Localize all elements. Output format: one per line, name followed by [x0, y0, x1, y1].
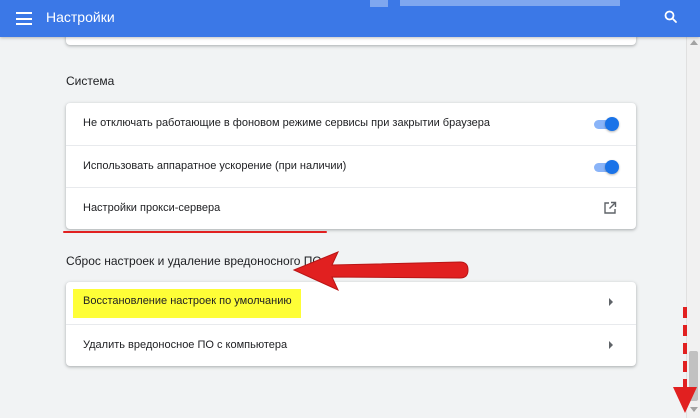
top-toolbar: Настройки: [0, 0, 700, 37]
reset-card: Восстановление настроек по умолчанию Уда…: [66, 282, 636, 366]
section-title-reset: Сброс настроек и удаление вредоносного П…: [66, 254, 322, 268]
row-label: Настройки прокси-сервера: [83, 202, 221, 214]
hamburger-icon[interactable]: [16, 12, 32, 25]
row-hardware-acceleration[interactable]: Использовать аппаратное ускорение (при н…: [66, 145, 636, 187]
search-button[interactable]: [660, 6, 682, 28]
background-services-toggle[interactable]: [594, 117, 619, 131]
row-background-services[interactable]: Не отключать работающие в фоновом режиме…: [66, 103, 636, 145]
scroll-up-arrow-icon[interactable]: [690, 40, 698, 45]
row-label: Восстановление настроек по умолчанию: [83, 295, 292, 307]
red-underline: [63, 231, 327, 233]
row-proxy-settings[interactable]: Настройки прокси-сервера: [66, 187, 636, 229]
row-label: Удалить вредоносное ПО с компьютера: [83, 339, 288, 351]
hardware-acceleration-toggle[interactable]: [594, 160, 619, 174]
settings-content: Система Не отключать работающие в фоново…: [0, 37, 686, 418]
external-link-icon[interactable]: [603, 201, 617, 215]
row-label: Не отключать работающие в фоновом режиме…: [83, 117, 490, 129]
row-label: Использовать аппаратное ускорение (при н…: [83, 160, 347, 172]
row-remove-malware[interactable]: Удалить вредоносное ПО с компьютера: [66, 324, 636, 366]
section-title-system: Система: [66, 74, 115, 88]
chevron-right-icon: [609, 341, 613, 349]
watermark-logo: [370, 0, 620, 7]
previous-section-card: [66, 37, 636, 45]
page-title: Настройки: [46, 9, 115, 25]
dashed-down-arrow-annotation: [673, 307, 697, 413]
search-icon: [664, 10, 677, 23]
red-arrow-annotation: [292, 251, 469, 292]
chevron-right-icon: [609, 298, 613, 306]
system-card: Не отключать работающие в фоновом режиме…: [66, 103, 636, 229]
